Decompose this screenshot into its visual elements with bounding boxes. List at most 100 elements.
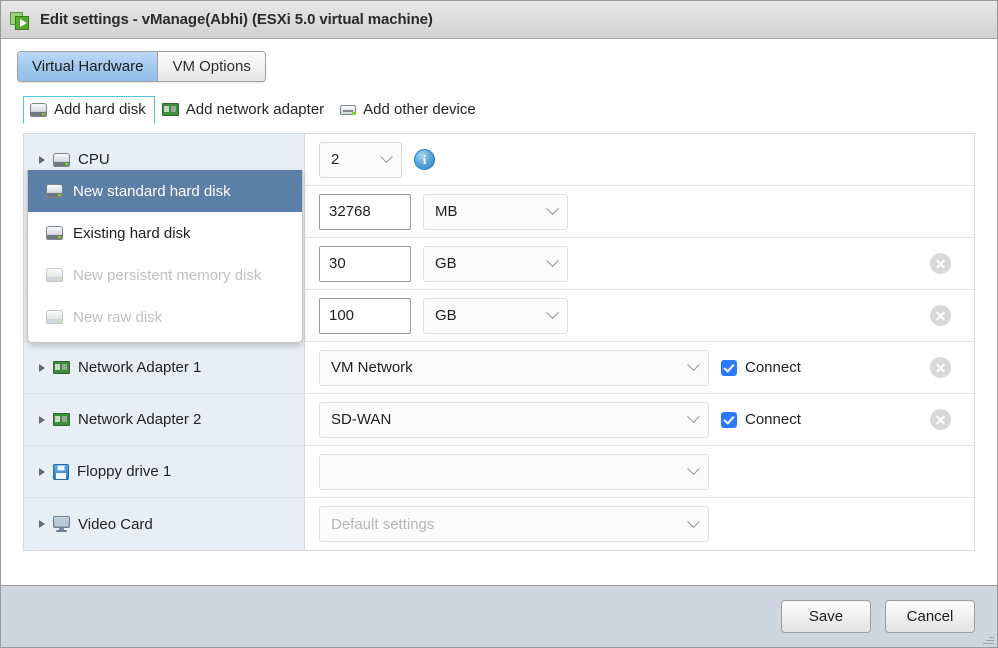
network-adapter-icon: [53, 413, 70, 426]
title-bar: Edit settings - vManage(Abhi) (ESXi 5.0 …: [1, 1, 997, 39]
floppy-drive-1-select[interactable]: [319, 453, 709, 490]
video-card-value: Default settings: [331, 515, 435, 533]
row-actions: [906, 134, 974, 185]
row-actions: [906, 394, 974, 445]
network-adapter-2-select[interactable]: SD-WAN: [319, 401, 709, 438]
expand-caret-icon[interactable]: [39, 415, 45, 424]
network-adapter-1-select[interactable]: VM Network: [319, 349, 709, 386]
row-controls: GB: [305, 290, 906, 341]
menu-item-label: New raw disk: [73, 308, 163, 326]
row-label-text: Floppy drive 1: [77, 463, 172, 480]
hard-disk-icon: [46, 184, 63, 198]
expand-caret-icon[interactable]: [39, 363, 45, 372]
expand-caret-icon[interactable]: [39, 520, 45, 528]
video-card-select[interactable]: Default settings: [319, 506, 709, 542]
remove-network-adapter-1-button[interactable]: [929, 357, 951, 378]
dialog-title: Edit settings - vManage(Abhi) (ESXi 5.0 …: [40, 11, 433, 28]
chevron-down-icon: [687, 462, 700, 476]
chevron-down-icon: [546, 254, 559, 268]
row-label-floppy-drive-1[interactable]: Floppy drive 1: [24, 446, 305, 497]
network-adapter-1-value: VM Network: [331, 359, 413, 376]
floppy-icon: [53, 463, 69, 480]
row-actions: [906, 342, 974, 393]
menu-item-new-persistent-memory-disk: New persistent memory disk: [28, 254, 302, 296]
info-icon[interactable]: i: [414, 149, 435, 170]
hard-disk-2-size-input[interactable]: [319, 297, 411, 334]
network-adapter-icon: [53, 361, 70, 374]
video-card-icon: [53, 516, 70, 532]
menu-item-existing-hard-disk[interactable]: Existing hard disk: [28, 212, 302, 254]
hard-disk-icon: [46, 268, 63, 282]
table-row: Floppy drive 1: [24, 446, 974, 498]
row-label-network-adapter-2[interactable]: Network Adapter 2: [24, 394, 305, 445]
device-toolbar: Add hard disk Add network adapter Add ot…: [23, 96, 985, 124]
network-adapter-2-value: SD-WAN: [331, 411, 392, 428]
chevron-down-icon: [687, 358, 700, 372]
row-controls: VM Network Connect: [305, 342, 906, 393]
menu-item-label: New standard hard disk: [73, 182, 231, 200]
row-controls: Default settings: [305, 498, 906, 550]
tab-bar: Virtual Hardware VM Options: [17, 51, 266, 82]
row-controls: SD-WAN Connect: [305, 394, 906, 445]
row-actions: [906, 290, 974, 341]
save-button[interactable]: Save: [781, 600, 871, 633]
chevron-down-icon: [546, 306, 559, 320]
row-label-text: Network Adapter 1: [78, 359, 202, 376]
row-label-network-adapter-1[interactable]: Network Adapter 1: [24, 342, 305, 393]
menu-item-label: New persistent memory disk: [73, 266, 262, 284]
hard-disk-2-unit-value: GB: [435, 307, 457, 324]
menu-item-label: Existing hard disk: [73, 224, 191, 242]
add-network-adapter-button[interactable]: Add network adapter: [155, 96, 333, 124]
expand-caret-icon[interactable]: [39, 155, 45, 164]
add-other-device-button[interactable]: Add other device: [333, 96, 485, 124]
row-controls: 2 i: [305, 134, 906, 185]
add-hard-disk-button[interactable]: Add hard disk: [23, 96, 155, 124]
table-row: Network Adapter 2 SD-WAN Connect: [24, 394, 974, 446]
hard-disk-1-unit-select[interactable]: GB: [423, 245, 568, 282]
hard-disk-icon: [30, 102, 47, 117]
checkbox-checked-icon[interactable]: [721, 411, 737, 428]
table-row: Network Adapter 1 VM Network Connect: [24, 342, 974, 394]
hard-disk-1-unit-value: GB: [435, 255, 457, 272]
memory-size-input[interactable]: [319, 193, 411, 230]
resize-grip-icon[interactable]: [982, 633, 994, 645]
checkbox-checked-icon[interactable]: [721, 359, 737, 376]
row-actions: [906, 238, 974, 289]
row-label-text: CPU: [78, 151, 110, 168]
remove-hard-disk-1-button[interactable]: [929, 253, 951, 274]
tab-vm-options[interactable]: VM Options: [158, 52, 265, 81]
remove-hard-disk-2-button[interactable]: [929, 305, 951, 326]
row-controls: GB: [305, 238, 906, 289]
add-other-device-label: Add other device: [363, 101, 476, 118]
add-network-adapter-label: Add network adapter: [185, 101, 325, 118]
network-adapter-1-connect[interactable]: Connect: [721, 359, 801, 376]
cpu-count-select[interactable]: 2: [319, 141, 402, 178]
network-adapter-icon: [161, 103, 179, 116]
chevron-down-icon: [380, 150, 393, 164]
row-label-video-card[interactable]: Video Card: [24, 498, 305, 550]
network-adapter-2-connect[interactable]: Connect: [721, 411, 801, 428]
row-label-text: Video Card: [78, 515, 153, 533]
memory-unit-value: MB: [435, 203, 458, 220]
menu-item-new-standard-hard-disk[interactable]: New standard hard disk: [28, 170, 302, 212]
row-actions: [906, 498, 974, 550]
hard-disk-icon: [46, 226, 63, 240]
remove-network-adapter-2-button[interactable]: [929, 409, 951, 430]
row-actions: [906, 446, 974, 497]
expand-caret-icon[interactable]: [39, 467, 45, 476]
edit-settings-dialog: Edit settings - vManage(Abhi) (ESXi 5.0 …: [0, 0, 998, 648]
hard-disk-2-unit-select[interactable]: GB: [423, 297, 568, 334]
row-controls: [305, 446, 906, 497]
hard-disk-1-size-input[interactable]: [319, 245, 411, 282]
cancel-button[interactable]: Cancel: [885, 600, 975, 633]
tab-virtual-hardware[interactable]: Virtual Hardware: [18, 52, 159, 81]
chevron-down-icon: [546, 202, 559, 216]
vm-power-icon: [10, 9, 32, 31]
row-controls: MB: [305, 186, 906, 237]
cpu-count-value: 2: [331, 151, 340, 168]
cpu-icon: [53, 152, 70, 167]
connect-label: Connect: [745, 411, 801, 428]
row-actions: [906, 186, 974, 237]
dialog-footer: Save Cancel: [1, 585, 997, 647]
memory-unit-select[interactable]: MB: [423, 193, 568, 230]
